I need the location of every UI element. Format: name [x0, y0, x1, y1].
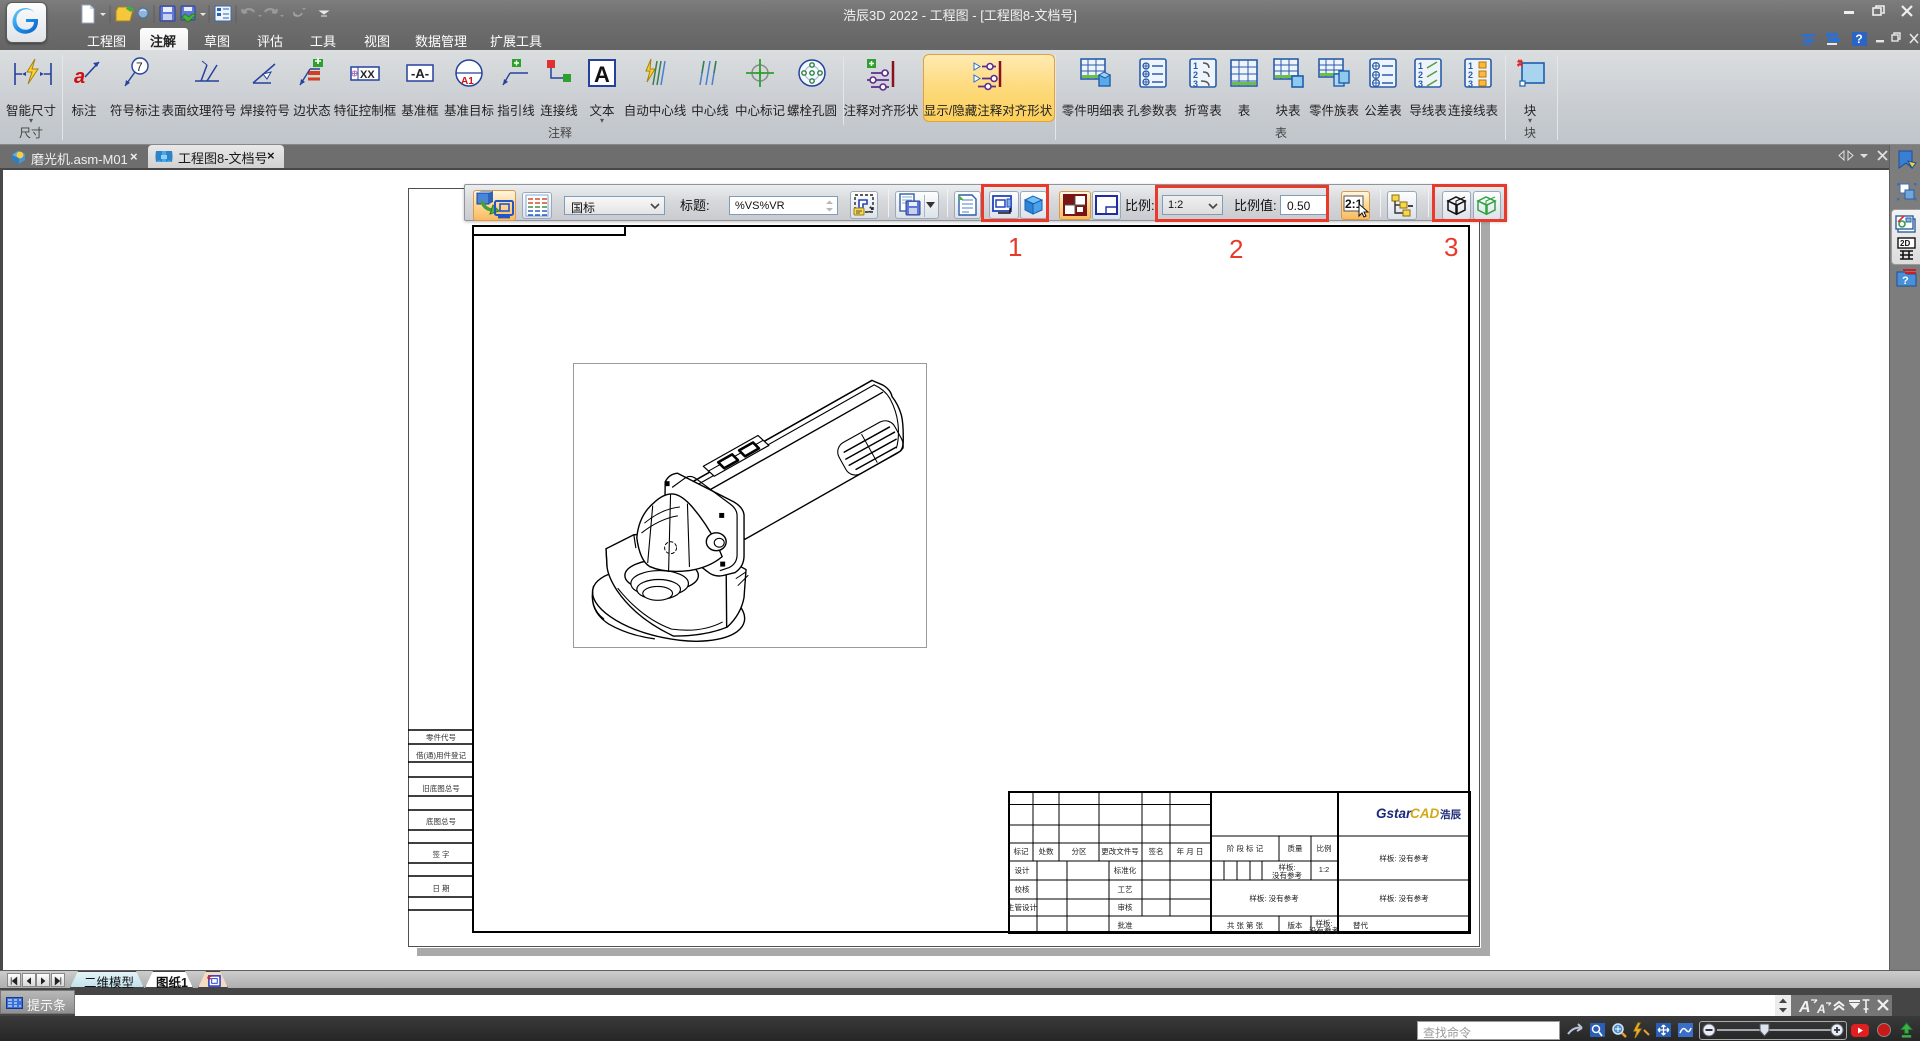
svg-text:借(通)用件登记: 借(通)用件登记: [416, 750, 466, 760]
svg-text:分区: 分区: [1072, 847, 1088, 856]
svg-text:CAD: CAD: [1410, 806, 1439, 821]
svg-text:3: 3: [1193, 79, 1198, 89]
svg-text:?: ?: [1902, 275, 1909, 287]
svg-text:质量: 质量: [1288, 843, 1304, 853]
svg-text:阶 段 标 记: 阶 段 标 记: [1227, 843, 1264, 853]
svg-text:年 月 日: 年 月 日: [1177, 846, 1204, 856]
svg-text:3: 3: [1468, 79, 1473, 89]
svg-text:审核: 审核: [1118, 902, 1134, 912]
svg-text:标准化: 标准化: [1114, 865, 1137, 875]
svg-text:版本: 版本: [1288, 920, 1304, 930]
svg-text:日 期: 日 期: [432, 884, 449, 893]
svg-text:处数: 处数: [1039, 846, 1055, 856]
svg-text:主管设计: 主管设计: [1008, 902, 1037, 912]
svg-text:旧底图总号: 旧底图总号: [422, 783, 460, 793]
svg-text:2D: 2D: [1900, 239, 1910, 248]
svg-text:替代: 替代: [1353, 920, 1369, 930]
svg-text:7: 7: [136, 60, 143, 74]
svg-text:3: 3: [1418, 79, 1423, 89]
svg-text:签 字: 签 字: [432, 849, 449, 859]
svg-text:a: a: [74, 66, 85, 88]
svg-text:共 张 第 张: 共 张 第 张: [1227, 920, 1264, 930]
svg-text:样板: 没有参考: 样板: 没有参考: [1379, 893, 1429, 903]
svg-text:批准: 批准: [1118, 920, 1134, 930]
svg-text:零件代号: 零件代号: [426, 732, 456, 742]
svg-text:?: ?: [1855, 32, 1862, 46]
svg-text:1:2: 1:2: [1319, 865, 1329, 874]
svg-text:A: A: [1798, 999, 1811, 1015]
svg-text:A: A: [594, 62, 610, 87]
svg-text:比例: 比例: [1317, 843, 1332, 853]
svg-text:工艺: 工艺: [1118, 885, 1133, 894]
svg-text:Gstar: Gstar: [1376, 806, 1412, 821]
svg-text:样板: 没有参考: 样板: 没有参考: [1379, 853, 1429, 863]
svg-text:浩辰: 浩辰: [1440, 808, 1462, 821]
svg-text:底图总号: 底图总号: [426, 816, 456, 826]
svg-text:签名: 签名: [1149, 846, 1164, 856]
svg-text:校核: 校核: [1015, 884, 1031, 894]
svg-text:A: A: [1816, 1002, 1826, 1015]
svg-text:没有参考: 没有参考: [1309, 925, 1339, 934]
svg-text:更改文件号: 更改文件号: [1101, 846, 1139, 856]
svg-text:A1: A1: [461, 76, 474, 87]
svg-text:设计: 设计: [1015, 865, 1031, 875]
svg-text:样板: 没有参考: 样板: 没有参考: [1249, 893, 1299, 903]
svg-text:标记: 标记: [1014, 846, 1030, 856]
svg-text:没有参考: 没有参考: [1272, 870, 1302, 880]
svg-text:XX: XX: [360, 69, 375, 81]
svg-text:-A-: -A-: [411, 66, 429, 81]
